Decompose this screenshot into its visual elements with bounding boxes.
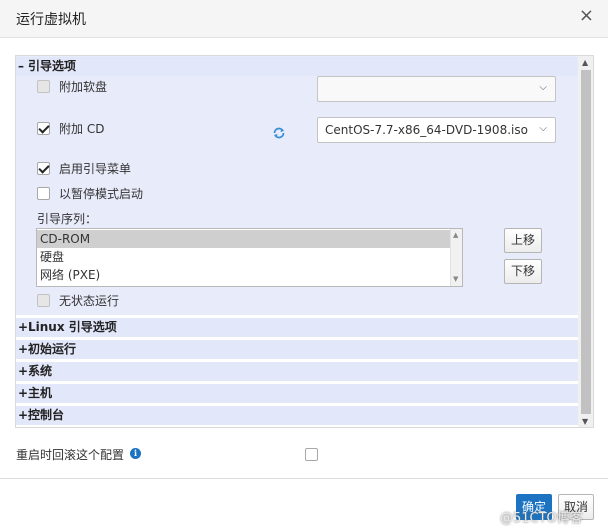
boot-sequence-list[interactable]: CD-ROM 硬盘 网络 (PXE) ▲ ▼ bbox=[36, 228, 463, 287]
chevron-down-icon: ⌵ bbox=[539, 82, 547, 93]
refresh-icon[interactable] bbox=[272, 126, 286, 140]
start-paused-checkbox[interactable] bbox=[37, 187, 50, 200]
start-paused-label: 以暂停模式启动 bbox=[59, 187, 144, 201]
scroll-down-icon[interactable]: ▼ bbox=[582, 417, 588, 426]
expand-icon: + bbox=[18, 342, 29, 356]
boot-item-cdrom[interactable]: CD-ROM bbox=[37, 230, 452, 248]
cd-image-select[interactable]: CentOS-7.7-x86_64-DVD-1908.iso ⌵ bbox=[317, 117, 556, 143]
section-header[interactable]: +Linux 引导选项 bbox=[16, 318, 578, 337]
boot-item-network[interactable]: 网络 (PXE) bbox=[37, 266, 452, 284]
scroll-up-icon[interactable]: ▲ bbox=[582, 58, 588, 67]
panel-scrollbar[interactable]: ▲ ▼ bbox=[578, 56, 593, 427]
stateless-checkbox[interactable] bbox=[37, 294, 50, 307]
cd-image-value: CentOS-7.7-x86_64-DVD-1908.iso bbox=[325, 123, 528, 137]
collapse-icon: – bbox=[18, 59, 24, 73]
expand-icon: + bbox=[18, 364, 29, 378]
section-header[interactable]: +主机 bbox=[16, 384, 578, 403]
expand-icon: + bbox=[18, 386, 29, 400]
section-title: 控制台 bbox=[28, 408, 65, 422]
attach-floppy-checkbox[interactable] bbox=[37, 80, 50, 93]
floppy-select[interactable]: ⌵ bbox=[317, 76, 556, 102]
scroll-thumb[interactable] bbox=[581, 70, 591, 414]
section-title: 主机 bbox=[28, 386, 53, 400]
footer-divider bbox=[0, 478, 608, 479]
section-header[interactable]: +系统 bbox=[16, 362, 578, 381]
section-title: 初始运行 bbox=[28, 342, 77, 356]
rollback-checkbox[interactable] bbox=[305, 448, 318, 461]
attach-cd-label: 附加 CD bbox=[59, 122, 105, 136]
enable-boot-menu-checkbox[interactable] bbox=[37, 162, 50, 175]
boot-item-harddisk[interactable]: 硬盘 bbox=[37, 248, 452, 266]
enable-boot-menu-label: 启用引导菜单 bbox=[59, 162, 132, 176]
expand-icon: + bbox=[18, 320, 29, 334]
dialog-title: 运行虚拟机 bbox=[16, 12, 86, 28]
attach-floppy-label: 附加软盘 bbox=[59, 80, 108, 94]
boot-sequence-label: 引导序列： bbox=[37, 212, 98, 226]
rollback-label: 重启时回滚这个配置 bbox=[16, 448, 125, 462]
watermark: @51CTO博客 bbox=[500, 511, 583, 526]
boot-options-header[interactable]: – 引导选项 bbox=[16, 57, 578, 76]
expand-icon: + bbox=[18, 408, 29, 422]
section-title: 系统 bbox=[28, 364, 53, 378]
section-header[interactable]: +控制台 bbox=[16, 406, 578, 425]
attach-cd-checkbox[interactable] bbox=[37, 122, 50, 135]
section-header[interactable]: +初始运行 bbox=[16, 340, 578, 359]
chevron-down-icon: ⌵ bbox=[539, 123, 547, 134]
close-icon[interactable]: × bbox=[579, 7, 594, 25]
list-scroll-up-icon[interactable]: ▲ bbox=[453, 231, 458, 239]
boot-options-title: 引导选项 bbox=[28, 59, 77, 73]
stateless-label: 无状态运行 bbox=[59, 294, 120, 308]
section-title: Linux 引导选项 bbox=[28, 320, 117, 334]
move-down-button[interactable]: 下移 bbox=[504, 259, 542, 284]
move-up-button[interactable]: 上移 bbox=[504, 228, 542, 253]
list-scrollbar[interactable]: ▲ ▼ bbox=[450, 229, 462, 286]
dialog-header: 运行虚拟机 × bbox=[0, 0, 608, 38]
list-scroll-down-icon[interactable]: ▼ bbox=[453, 275, 458, 283]
info-icon[interactable]: i bbox=[130, 448, 141, 459]
